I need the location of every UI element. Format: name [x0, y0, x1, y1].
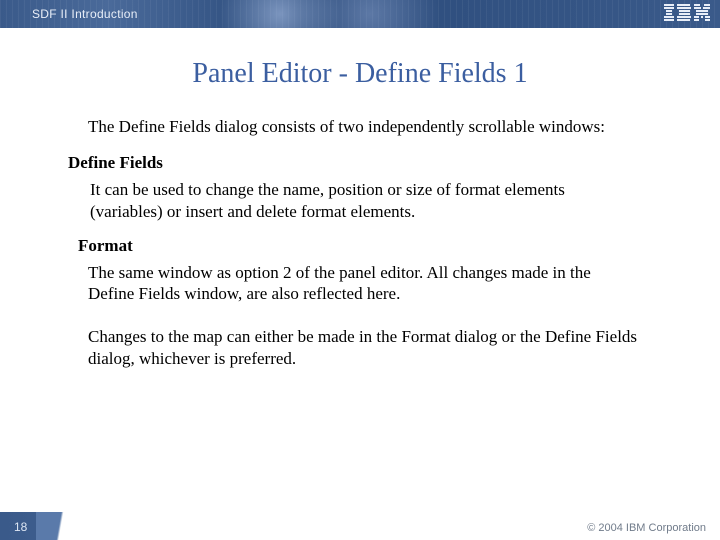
- slide-content: Panel Editor - Define Fields 1 The Defin…: [0, 28, 720, 369]
- section-body-format: The same window as option 2 of the panel…: [88, 262, 640, 305]
- header-bar: SDF II Introduction: [0, 0, 720, 28]
- footer-bar: 18 © 2004 IBM Corporation: [0, 512, 720, 540]
- closing-text: Changes to the map can either be made in…: [88, 326, 640, 369]
- slide-title: Panel Editor - Define Fields 1: [60, 58, 660, 90]
- ibm-logo-icon: [664, 4, 710, 22]
- page-number: 18: [14, 520, 27, 534]
- section-heading-format: Format: [78, 236, 660, 256]
- section-heading-define-fields: Define Fields: [68, 153, 660, 173]
- intro-text: The Define Fields dialog consists of two…: [88, 116, 640, 137]
- header-title: SDF II Introduction: [32, 7, 138, 21]
- copyright-text: © 2004 IBM Corporation: [587, 522, 706, 534]
- section-body-define-fields: It can be used to change the name, posit…: [90, 179, 640, 222]
